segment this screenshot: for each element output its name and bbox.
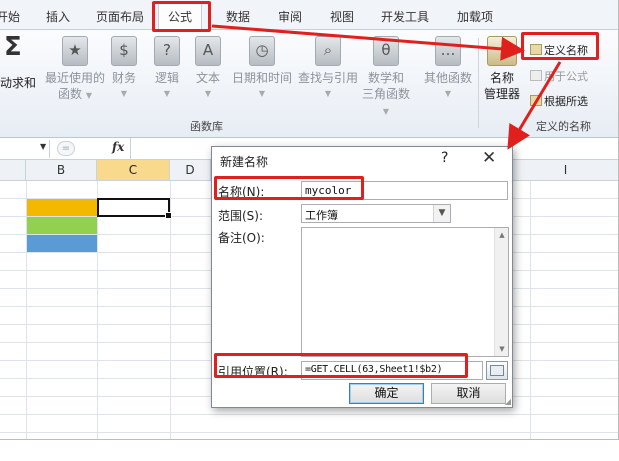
arrow-tab-to-define-name (211, 24, 525, 61)
excel-window: 开始 插入 页面布局 公式 数据 审阅 视图 开发工具 加载项 Σ 动求和 ★ … (0, 0, 619, 440)
arrow-define-name-to-dialog (507, 61, 562, 150)
annotation-arrows (211, 24, 562, 150)
